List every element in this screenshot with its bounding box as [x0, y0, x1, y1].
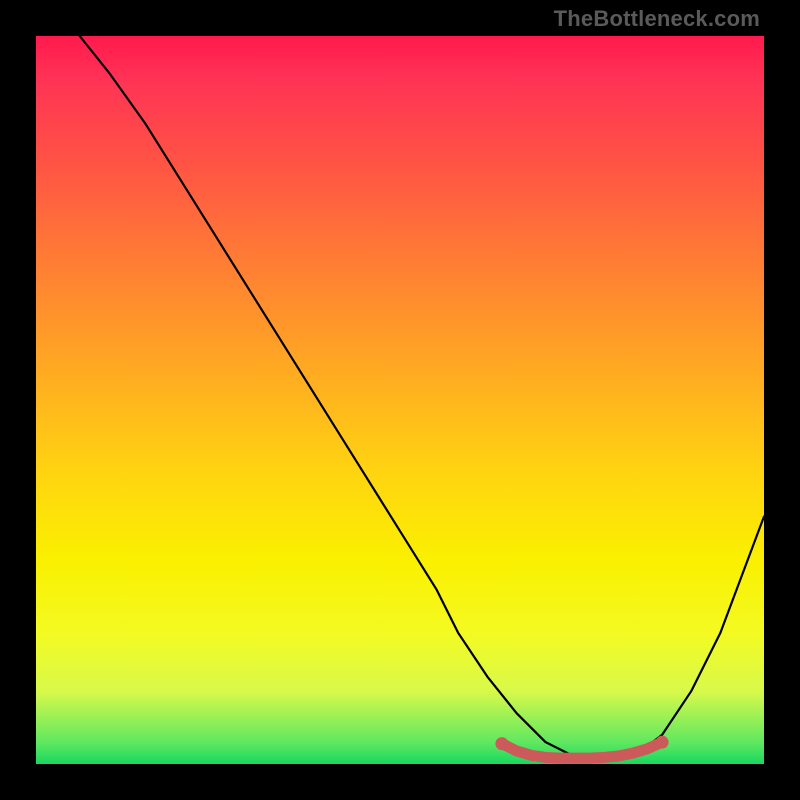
- chart-svg: [36, 36, 764, 764]
- bottleneck-curve: [80, 36, 764, 760]
- marker-end-dot: [656, 736, 669, 749]
- chart-container: TheBottleneck.com: [0, 0, 800, 800]
- marker-end-dot: [495, 737, 508, 750]
- plot-area: [36, 36, 764, 764]
- watermark-text: TheBottleneck.com: [554, 6, 760, 32]
- safe-zone-marker: [502, 742, 662, 758]
